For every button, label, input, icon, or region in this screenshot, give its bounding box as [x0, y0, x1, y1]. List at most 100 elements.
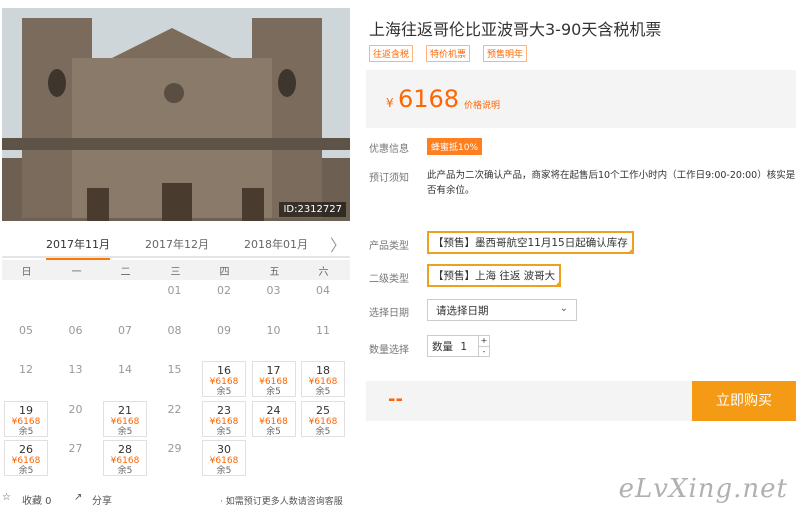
day-price: ¥6168 [209, 456, 239, 466]
share-label[interactable]: 分享 [92, 492, 112, 507]
calendar-day[interactable]: 23 ¥6168 余5 [202, 400, 246, 437]
tab-2017-12[interactable]: 2017年12月 [145, 236, 209, 252]
day-number: 30 [217, 443, 231, 456]
notice-text: 此产品为二次确认产品，商家将在起售后10个工作小时内（工作日9:00-20:00… [427, 170, 796, 196]
day-number: 07 [118, 323, 132, 337]
day-number: 12 [19, 363, 33, 376]
day-number: 10 [266, 323, 281, 337]
day-price: ¥6168 [11, 456, 41, 466]
day-number: 26 [19, 443, 33, 456]
day-number: 06 [68, 323, 83, 337]
calendar-day[interactable]: 19 ¥6168 余5 [4, 400, 48, 437]
day-number: 04 [316, 284, 330, 297]
weekday-header: 日 一 二 三 四 五 六 [2, 260, 350, 280]
calendar-day: 09 [202, 322, 246, 358]
weekday-label: 六 [318, 267, 329, 278]
selected-corner-icon [554, 280, 562, 287]
calendar-day[interactable]: 21 ¥6168 余5 [103, 400, 147, 437]
day-price: ¥6168 [259, 377, 288, 387]
weekday-label: 二 [120, 267, 131, 278]
day-number: 29 [167, 442, 182, 455]
qty-label: 数量选择 [369, 345, 409, 356]
total-price: -- [388, 389, 403, 410]
currency-symbol: ¥ [386, 96, 394, 110]
calendar-day: 13 [54, 361, 98, 397]
subtype-value: 【预售】上海 往返 波哥大 [433, 270, 556, 282]
weekday-label: 一 [71, 267, 82, 278]
calendar-day[interactable]: 16 ¥6168 余5 [202, 361, 246, 397]
day-price: ¥6168 [110, 416, 140, 427]
favorite-icon[interactable]: ☆ [2, 492, 11, 503]
day-number: 20 [68, 402, 83, 416]
calendar-day: 22 [153, 401, 197, 437]
purchase-bar: -- 立即购买 [366, 381, 796, 421]
next-month-icon[interactable]: 〉 [330, 232, 346, 256]
chevron-down-icon: ⌄ [559, 303, 568, 314]
contact-note: · 如需预订更多人数请咨询客服 [220, 497, 343, 507]
notice-label: 预订须知 [369, 173, 409, 184]
day-number: 19 [19, 403, 33, 417]
weekday-label: 四 [219, 267, 230, 278]
date-select[interactable]: 请选择日期 ⌄ [427, 299, 577, 321]
day-number: 28 [118, 443, 132, 456]
increment-button[interactable]: + [478, 336, 489, 346]
tab-2017-11[interactable]: 2017年11月 [46, 236, 110, 260]
day-number: 05 [19, 323, 33, 337]
day-number: 01 [167, 284, 182, 297]
price-box: ¥ 6168 价格说明 [366, 70, 796, 128]
quantity-stepper[interactable]: 数量 1 + - [427, 335, 490, 357]
day-number: 25 [316, 403, 330, 417]
day-number: 11 [316, 323, 330, 337]
favorite-label[interactable]: 收藏 0 [22, 492, 52, 507]
calendar-day: 02 [202, 282, 246, 318]
weekday-label: 五 [269, 267, 280, 278]
day-price: ¥6168 [209, 377, 239, 387]
calendar-day: 04 [301, 282, 345, 318]
calendar-day[interactable]: 28 ¥6168 余5 [103, 440, 147, 476]
day-number: 03 [266, 284, 281, 297]
day-number: 14 [118, 363, 132, 376]
cathedral-image [2, 8, 350, 221]
calendar-grid: 01 02 03 04 05 06 07 08 09 10 11 12 13 14 15 16 ¥6168 余5 1… [2, 282, 350, 482]
day-number: 18 [316, 364, 330, 377]
date-select-value: 请选择日期 [436, 305, 489, 317]
day-price: ¥6168 [110, 456, 140, 466]
day-price: ¥6168 [209, 416, 239, 427]
weekday-label: 三 [170, 267, 181, 278]
product-type-option[interactable]: 【预售】墨西哥航空11月15日起确认库存 [427, 231, 634, 254]
calendar-day: 10 [252, 322, 296, 358]
day-remaining: 余5 [216, 387, 232, 397]
product-title: 上海往返哥伦比亚波哥大3-90天含税机票 [369, 20, 662, 39]
day-remaining: 余5 [315, 426, 331, 437]
calendar-day: 03 [252, 282, 296, 318]
promo-badge: 蜂蜜抵10% [427, 138, 483, 155]
calendar-day[interactable]: 26 ¥6168 余5 [4, 440, 48, 476]
weekday-label: 日 [21, 267, 32, 278]
decrement-button[interactable]: - [478, 346, 489, 356]
day-number: 17 [266, 364, 281, 377]
date-label: 选择日期 [369, 308, 409, 319]
calendar-day: 08 [153, 322, 197, 358]
calendar-day[interactable]: 17 ¥6168 余5 [251, 361, 296, 397]
calendar-day[interactable]: 30 ¥6168 余5 [202, 440, 246, 476]
day-number: 27 [68, 442, 83, 455]
day-remaining: 余5 [117, 426, 133, 437]
subtype-option[interactable]: 【预售】上海 往返 波哥大 [427, 264, 562, 287]
tab-2018-01[interactable]: 2018年01月 [244, 236, 308, 252]
day-price: ¥6168 [308, 377, 338, 387]
calendar-day[interactable]: 24 ¥6168 余5 [251, 400, 296, 437]
calendar-day[interactable]: 25 ¥6168 余5 [301, 400, 345, 437]
day-number: 15 [167, 363, 182, 376]
day-remaining: 余5 [216, 426, 232, 437]
subtype-label: 二级类型 [369, 274, 409, 285]
price-note-link[interactable]: 价格说明 [464, 98, 500, 111]
product-photo: ID:2312727 [2, 8, 350, 221]
product-type-value: 【预售】墨西哥航空11月15日起确认库存 [433, 237, 628, 249]
day-remaining: 余5 [216, 466, 232, 476]
calendar-day[interactable]: 18 ¥6168 余5 [301, 361, 345, 397]
calendar-day: 14 [103, 361, 147, 397]
share-icon[interactable]: ↗ [74, 492, 82, 503]
buy-now-button[interactable]: 立即购买 [692, 381, 796, 421]
calendar-day: 27 [54, 440, 98, 476]
day-number: 22 [167, 402, 182, 416]
